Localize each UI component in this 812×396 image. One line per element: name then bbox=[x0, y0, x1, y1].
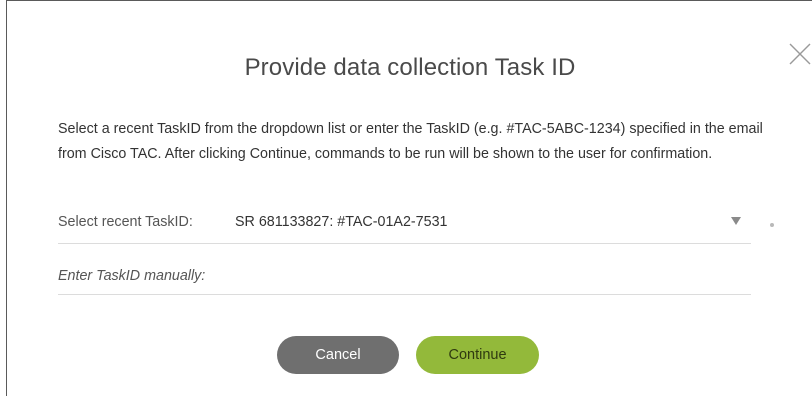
continue-button[interactable]: Continue bbox=[416, 336, 539, 374]
recent-taskid-select[interactable]: Select recent TaskID: SR 681133827: #TAC… bbox=[58, 204, 751, 244]
dialog-description: Select a recent TaskID from the dropdown… bbox=[58, 121, 763, 162]
required-indicator bbox=[770, 223, 774, 227]
select-value: SR 681133827: #TAC-01A2-7531 bbox=[235, 214, 448, 230]
dialog-title: Provide data collection Task ID bbox=[244, 54, 576, 81]
task-id-dialog: Provide data collection Task ID Select a… bbox=[6, 0, 812, 396]
caret-down-icon[interactable] bbox=[731, 217, 741, 225]
cancel-button[interactable]: Cancel bbox=[277, 336, 399, 374]
manual-taskid-input[interactable] bbox=[58, 257, 751, 295]
select-label: Select recent TaskID: bbox=[58, 214, 193, 230]
